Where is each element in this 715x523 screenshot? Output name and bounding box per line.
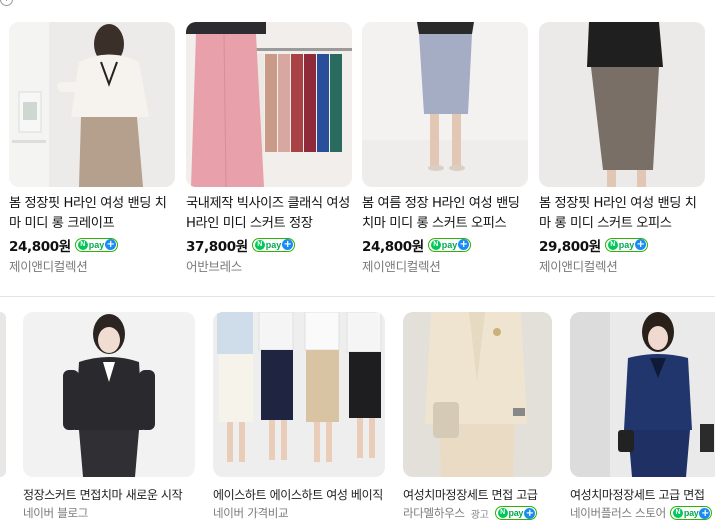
partial-card-image[interactable] xyxy=(0,312,6,477)
product-image[interactable] xyxy=(539,22,705,187)
product-card[interactable]: 봄 정장핏 H라인 여성 밴딩 치마 미디 롱 크레이프 24,800원 Npa… xyxy=(9,22,175,275)
partial-card[interactable] xyxy=(0,312,6,477)
image-title[interactable]: 에이스하트 에이스하트 여성 베이직 xyxy=(213,487,385,503)
product-image[interactable] xyxy=(362,22,528,187)
image-title[interactable]: 정장스커트 면접치마 새로운 시작 xyxy=(23,487,195,503)
npay-badge-icon: Npay + xyxy=(604,237,649,252)
product-image[interactable] xyxy=(186,22,352,187)
image-card[interactable]: 에이스하트 에이스하트 여성 베이직 네이버 가격비교 xyxy=(213,312,385,521)
store-name[interactable]: 제이앤디컬렉션 xyxy=(9,256,175,275)
image-source[interactable]: 라다멜하우스 xyxy=(403,505,465,521)
section-divider xyxy=(0,296,715,297)
product-title[interactable]: 봄 정장핏 H라인 여성 밴딩 치마 미디 롱 크레이프 xyxy=(9,194,175,234)
image-thumbnail[interactable] xyxy=(213,312,385,477)
product-price: 29,800원 xyxy=(539,238,601,255)
product-title[interactable]: 국내제작 빅사이즈 클래식 여성 H라인 미디 스커트 정장 xyxy=(186,194,352,234)
store-name[interactable]: 제이앤디컬렉션 xyxy=(539,256,705,275)
product-card[interactable]: 국내제작 빅사이즈 클래식 여성 H라인 미디 스커트 정장 37,800원 N… xyxy=(186,22,352,275)
image-source[interactable]: 네이버 블로그 xyxy=(23,505,88,521)
store-name[interactable]: 어반브레스 xyxy=(186,256,352,275)
npay-badge-icon: Npay + xyxy=(494,506,538,520)
product-image[interactable] xyxy=(9,22,175,187)
image-title[interactable]: 여성치마정장세트 고급 면접 xyxy=(570,487,715,503)
npay-badge-icon: Npay + xyxy=(427,237,472,252)
image-source[interactable]: 네이버플러스 스토어 xyxy=(570,505,666,521)
image-card[interactable]: 여성치마정장세트 면접 고급 라다멜하우스 광고 Npay + xyxy=(403,312,552,521)
npay-badge-icon: Npay + xyxy=(251,237,296,252)
product-title[interactable]: 봄 정장핏 H라인 여성 밴딩 치마 롱 미디 스커트 오피스 xyxy=(539,194,705,234)
image-source[interactable]: 네이버 가격비교 xyxy=(213,505,289,521)
image-thumbnail[interactable] xyxy=(403,312,552,477)
info-icon[interactable]: i xyxy=(0,0,13,6)
product-price: 24,800원 xyxy=(9,238,71,255)
store-name[interactable]: 제이앤디컬렉션 xyxy=(362,256,528,275)
section-header-peek: i xyxy=(0,0,13,6)
product-card[interactable]: 봄 정장핏 H라인 여성 밴딩 치마 롱 미디 스커트 오피스 29,800원 … xyxy=(539,22,705,275)
image-thumbnail[interactable] xyxy=(570,312,715,477)
product-title[interactable]: 봄 여름 정장 H라인 여성 밴딩 치마 미디 롱 스커트 오피스 xyxy=(362,194,528,234)
image-card[interactable]: 정장스커트 면접치마 새로운 시작 네이버 블로그 xyxy=(23,312,195,521)
product-price: 37,800원 xyxy=(186,238,248,255)
product-card[interactable]: 봄 여름 정장 H라인 여성 밴딩 치마 미디 롱 스커트 오피스 24,800… xyxy=(362,22,528,275)
image-title[interactable]: 여성치마정장세트 면접 고급 xyxy=(403,487,552,503)
product-price: 24,800원 xyxy=(362,238,424,255)
npay-badge-icon: Npay + xyxy=(669,506,713,520)
ad-label: 광고 xyxy=(470,509,489,521)
npay-badge-icon: Npay + xyxy=(74,237,119,252)
image-card[interactable]: 여성치마정장세트 고급 면접 네이버플러스 스토어 Npay + xyxy=(570,312,715,521)
image-thumbnail[interactable] xyxy=(23,312,195,477)
